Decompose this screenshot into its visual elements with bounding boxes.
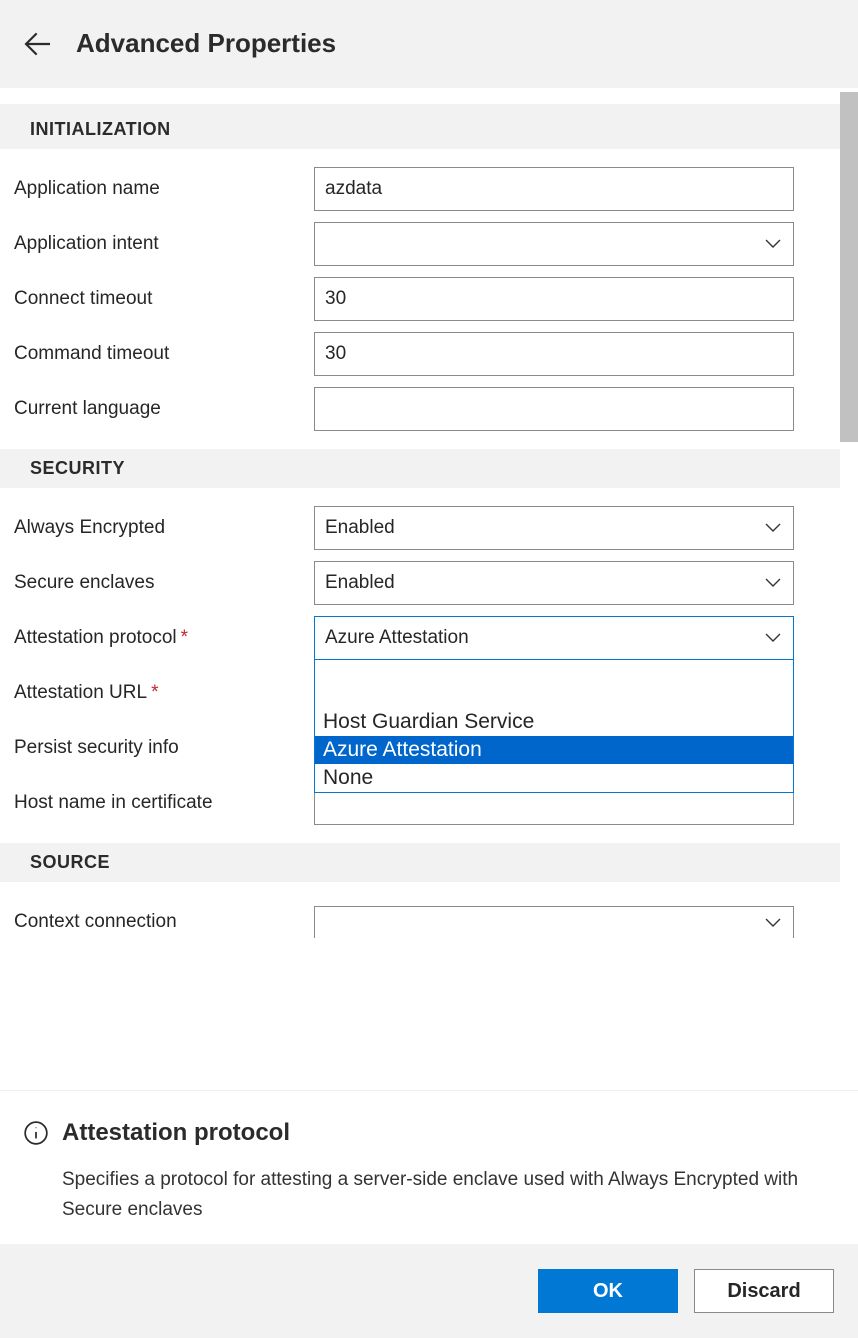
label-current-language: Current language (14, 398, 314, 420)
row-connect-timeout: Connect timeout (14, 277, 844, 321)
row-current-language: Current language (14, 387, 844, 431)
help-panel: Attestation protocol Specifies a protoco… (0, 1090, 858, 1244)
label-secure-enclaves: Secure enclaves (14, 572, 314, 594)
label-persist-security-info: Persist security info (14, 737, 314, 759)
input-current-language[interactable] (314, 387, 794, 431)
input-command-timeout[interactable] (314, 332, 794, 376)
chevron-down-icon (763, 913, 783, 933)
chevron-down-icon (763, 573, 783, 593)
section-security: SECURITY (0, 449, 858, 488)
section-source: SOURCE (0, 843, 858, 882)
dialog-footer: OK Discard (0, 1244, 858, 1338)
dropdown-attestation-protocol[interactable]: Host Guardian Service Azure Attestation … (314, 659, 794, 793)
ok-button[interactable]: OK (538, 1269, 678, 1313)
security-fields: Always Encrypted Enabled Secure enclaves… (0, 488, 858, 843)
label-always-encrypted: Always Encrypted (14, 517, 314, 539)
label-application-name: Application name (14, 178, 314, 200)
chevron-down-icon (763, 234, 783, 254)
dropdown-option-host-guardian[interactable]: Host Guardian Service (315, 708, 793, 736)
row-context-connection: Context connection (14, 900, 844, 944)
select-secure-enclaves-value: Enabled (325, 572, 395, 594)
dropdown-option-azure-attestation[interactable]: Azure Attestation (315, 736, 793, 764)
row-secure-enclaves: Secure enclaves Enabled (14, 561, 844, 605)
back-icon[interactable] (20, 26, 56, 62)
section-initialization: INITIALIZATION (0, 110, 858, 149)
dropdown-blank-row[interactable] (315, 660, 793, 708)
label-command-timeout: Command timeout (14, 343, 314, 365)
help-title: Attestation protocol (62, 1119, 290, 1147)
row-application-intent: Application intent (14, 222, 844, 266)
required-marker: * (181, 627, 188, 648)
row-attestation-protocol: Attestation protocol* Azure Attestation … (14, 616, 844, 660)
dialog-header: Advanced Properties (0, 0, 858, 88)
select-context-connection[interactable] (314, 906, 794, 938)
select-attestation-protocol[interactable]: Azure Attestation (314, 616, 794, 660)
select-application-intent[interactable] (314, 222, 794, 266)
input-application-name[interactable] (314, 167, 794, 211)
page-title: Advanced Properties (76, 28, 336, 59)
required-marker: * (151, 682, 158, 703)
label-host-name-in-certificate: Host name in certificate (14, 792, 314, 814)
scrollbar-thumb[interactable] (840, 92, 858, 442)
label-attestation-protocol: Attestation protocol* (14, 627, 314, 649)
body-scroll: INITIALIZATION Application name Applicat… (0, 88, 858, 1090)
select-attestation-protocol-value: Azure Attestation (325, 627, 469, 649)
chevron-down-icon (763, 518, 783, 538)
source-fields: Context connection (0, 882, 858, 944)
row-always-encrypted: Always Encrypted Enabled (14, 506, 844, 550)
info-icon (22, 1119, 50, 1147)
select-always-encrypted[interactable]: Enabled (314, 506, 794, 550)
help-body: Specifies a protocol for attesting a ser… (62, 1165, 822, 1224)
discard-button[interactable]: Discard (694, 1269, 834, 1313)
init-fields: Application name Application intent Conn… (0, 149, 858, 449)
label-context-connection: Context connection (14, 911, 314, 933)
scrollbar-track[interactable] (840, 88, 858, 998)
row-command-timeout: Command timeout (14, 332, 844, 376)
dropdown-option-none[interactable]: None (315, 764, 793, 792)
input-connect-timeout[interactable] (314, 277, 794, 321)
label-connect-timeout: Connect timeout (14, 288, 314, 310)
select-secure-enclaves[interactable]: Enabled (314, 561, 794, 605)
select-always-encrypted-value: Enabled (325, 517, 395, 539)
label-attestation-url: Attestation URL* (14, 682, 314, 704)
chevron-down-icon (763, 628, 783, 648)
row-application-name: Application name (14, 167, 844, 211)
label-application-intent: Application intent (14, 233, 314, 255)
